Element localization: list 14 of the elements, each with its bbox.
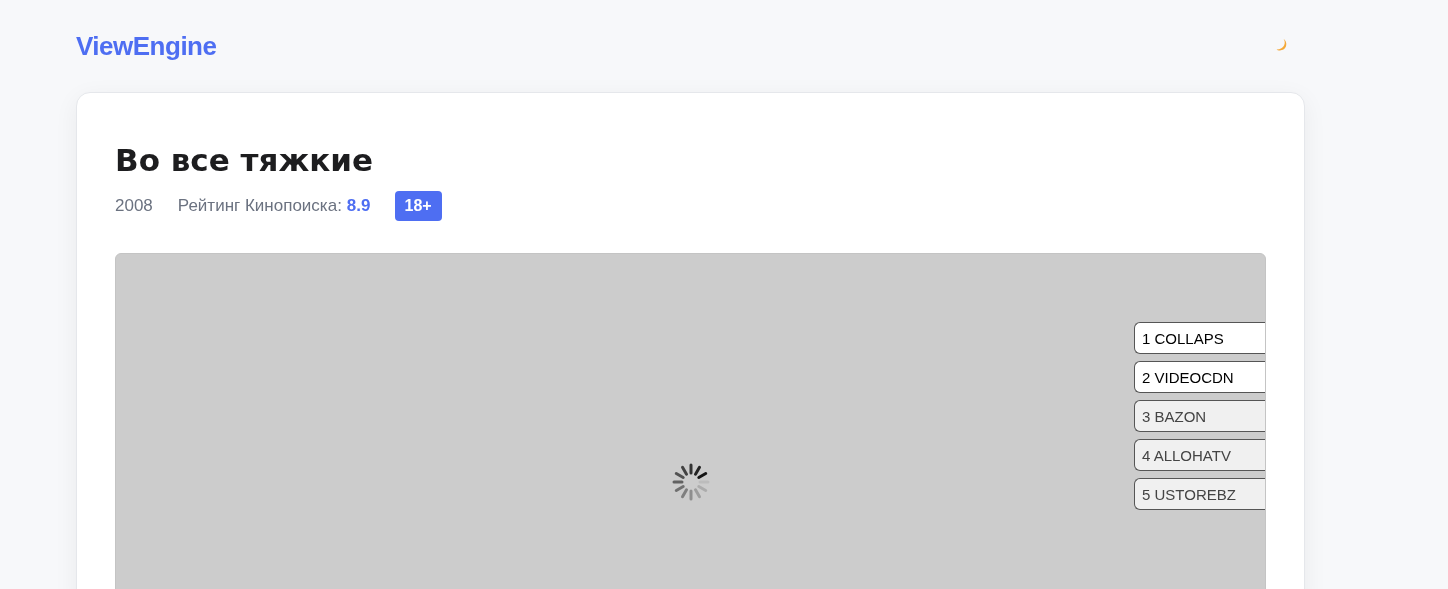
source-button[interactable]: 2 VIDEOCDN: [1134, 361, 1265, 393]
movie-title: Во все тяжкие: [115, 141, 375, 180]
video-player[interactable]: 1 COLLAPS 2 VIDEOCDN 3 BAZON 4 ALLOHATV 5 USTOREBZ: [115, 253, 1266, 589]
rating-value: 8.9: [346, 196, 371, 216]
rating-label: Рейтинг Кинопоиска:: [177, 196, 342, 216]
site-logo[interactable]: ViewEngine: [76, 30, 217, 62]
moon-icon[interactable]: [1274, 38, 1288, 52]
loading-spinner-icon: [670, 462, 711, 502]
age-rating-badge: 18+: [394, 191, 442, 221]
source-button[interactable]: 5 USTOREBZ: [1134, 478, 1265, 510]
release-year: 2008: [115, 196, 153, 216]
source-button[interactable]: 1 COLLAPS: [1134, 322, 1265, 354]
source-button[interactable]: 3 BAZON: [1134, 400, 1265, 432]
source-button[interactable]: 4 ALLOHATV: [1134, 439, 1265, 471]
